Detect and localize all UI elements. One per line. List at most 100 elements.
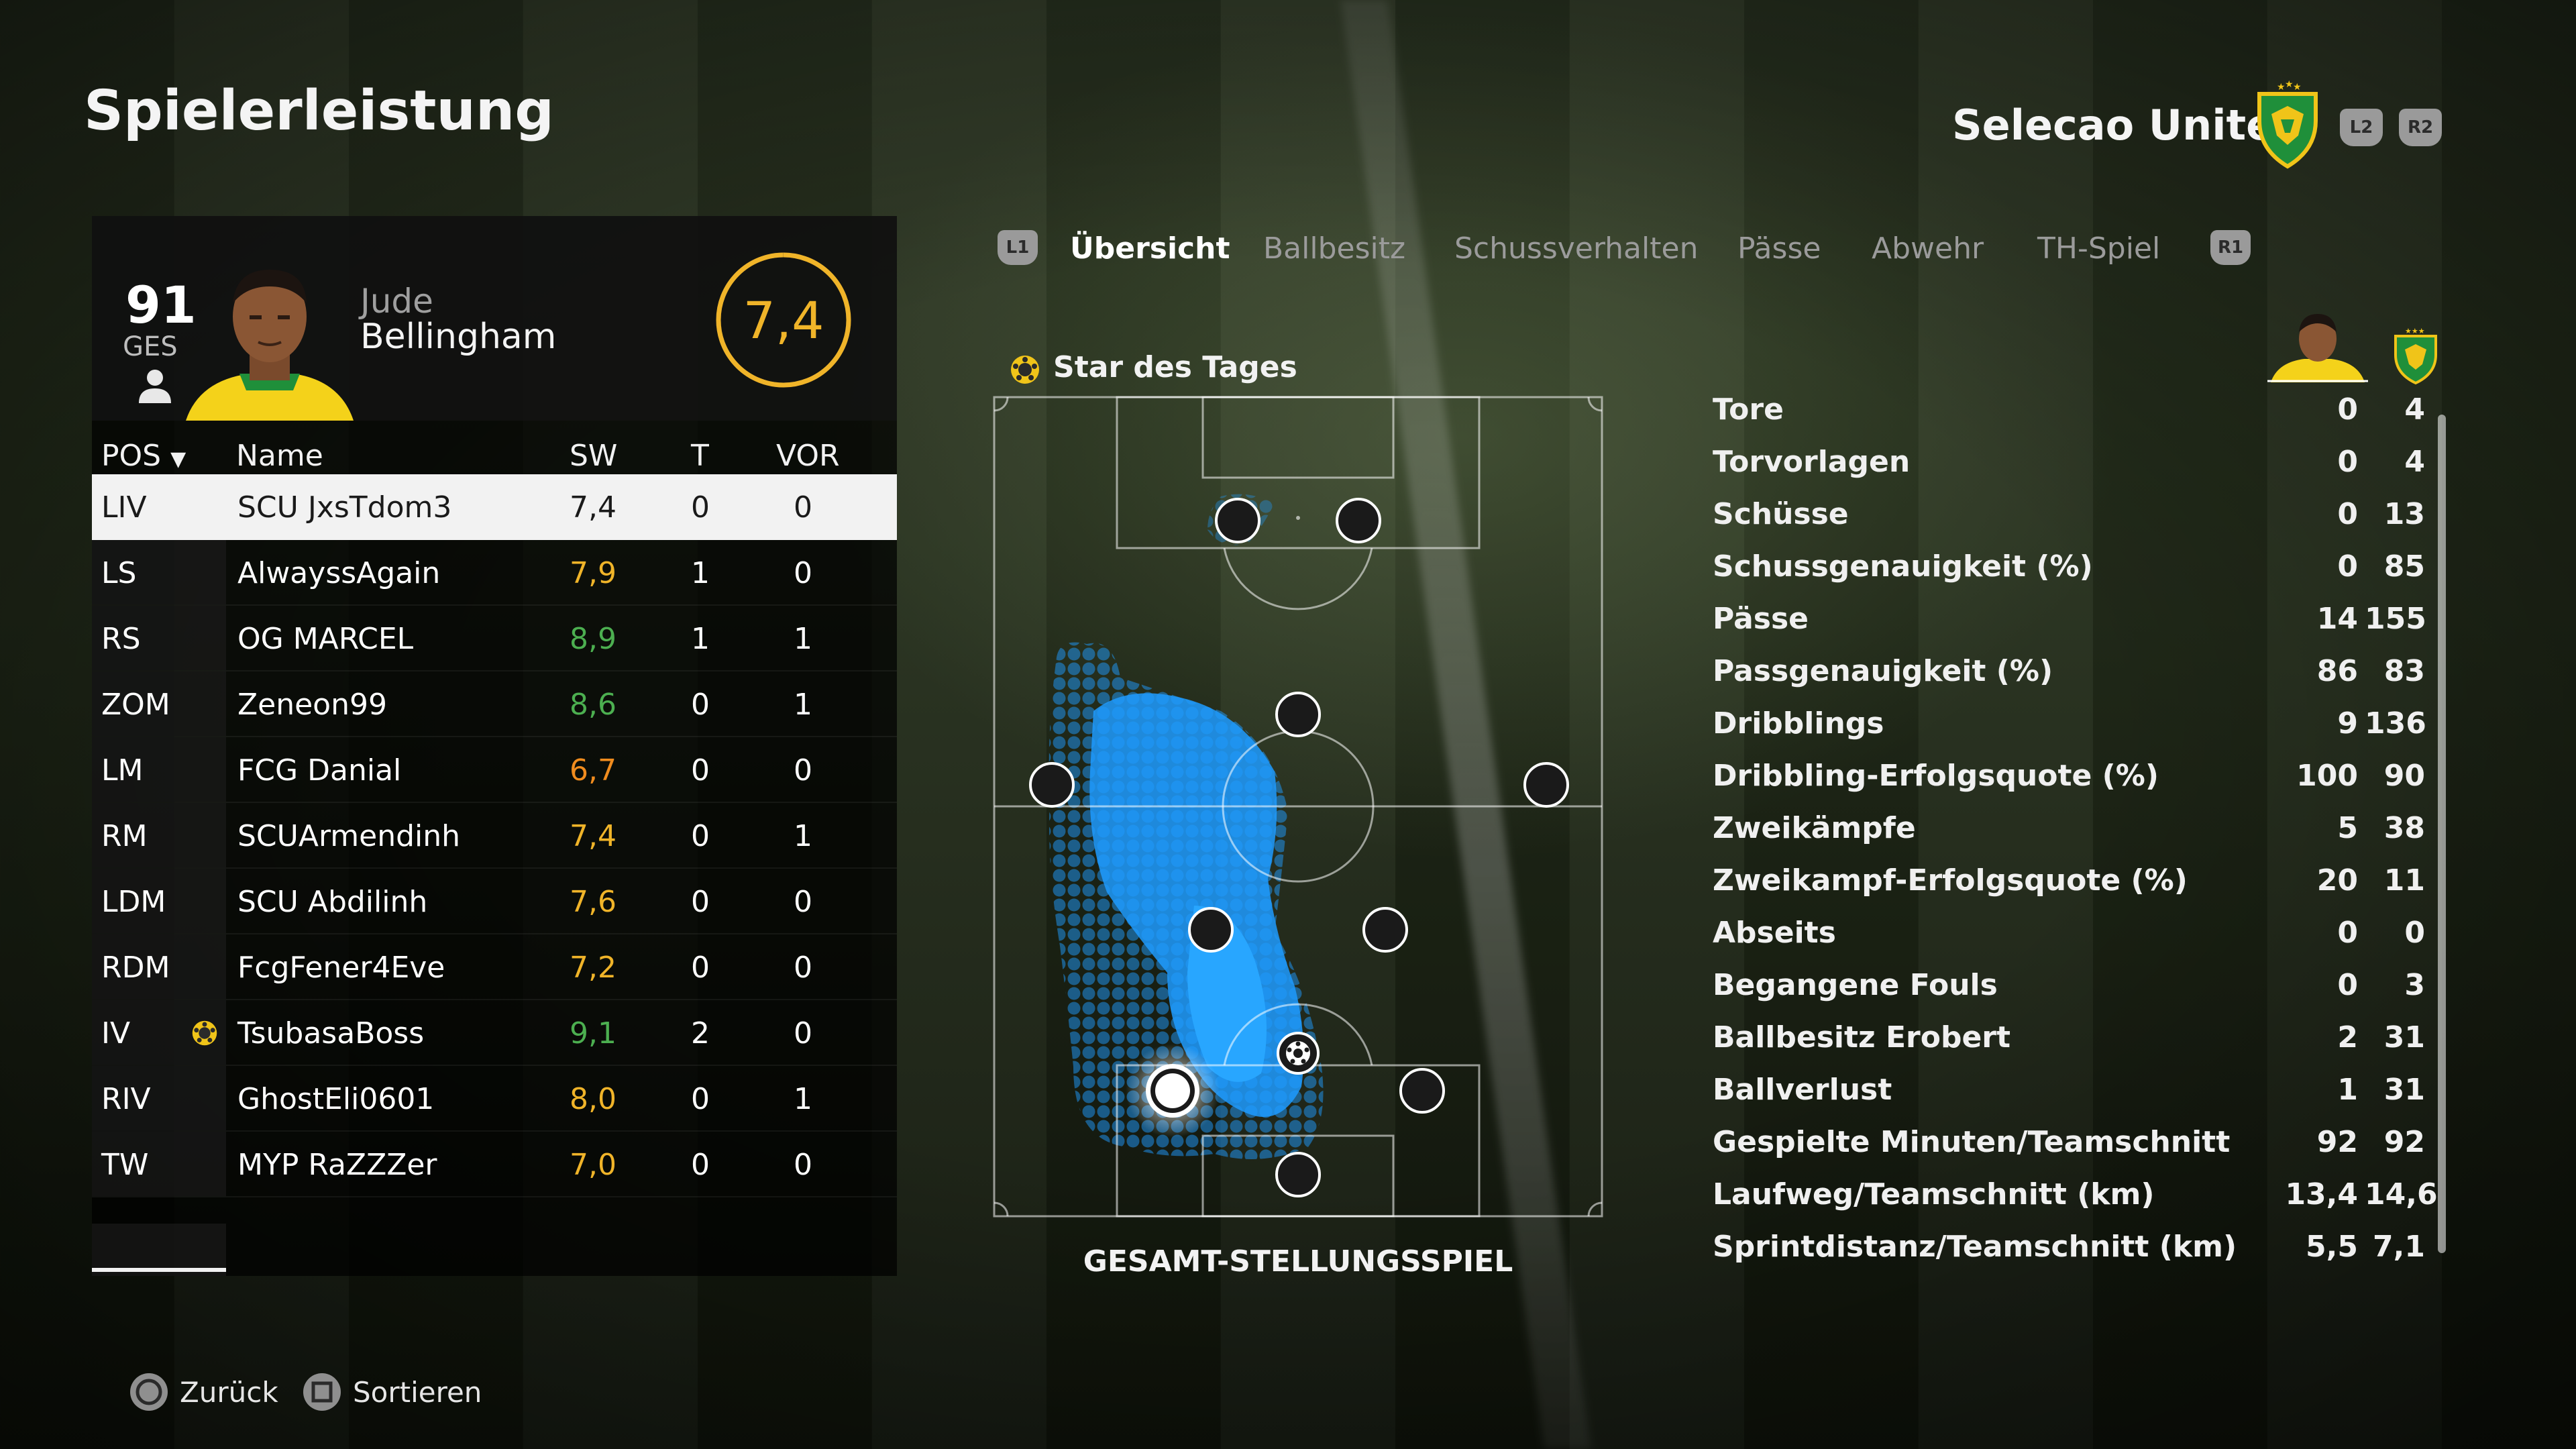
- row-name: SCUArmendinh: [237, 819, 461, 853]
- row-assists: 0: [794, 1016, 812, 1051]
- row-name: OG MARCEL: [237, 622, 414, 656]
- stat-team-value: 14,6: [2365, 1177, 2438, 1212]
- table-row[interactable]: ZOM Zeneon99 8,6 0 1: [92, 672, 897, 737]
- tab-paesse[interactable]: Pässe: [1737, 231, 1821, 266]
- svg-text:★: ★: [2293, 82, 2302, 93]
- row-rating: 7,9: [570, 556, 616, 590]
- svg-text:★: ★: [2285, 79, 2294, 90]
- stat-label: Gespielte Minuten/Teamschnitt: [1713, 1125, 2231, 1159]
- stat-player-value: 9: [2337, 706, 2358, 741]
- stat-team-value: 83: [2383, 654, 2425, 688]
- tab-uebersicht[interactable]: Übersicht: [1070, 231, 1230, 266]
- player-marker-riv[interactable]: [1399, 1068, 1445, 1114]
- row-assists: 0: [794, 556, 812, 590]
- stats-scrollbar[interactable]: [2438, 415, 2446, 1253]
- stat-team-value: 31: [2383, 1073, 2425, 1107]
- row-position: LS: [101, 556, 137, 590]
- stat-team-value: 136: [2365, 706, 2426, 741]
- stat-player-value: 1: [2337, 1073, 2358, 1107]
- stat-team-value: 31: [2383, 1020, 2425, 1055]
- tab-ballbesitz[interactable]: Ballbesitz: [1263, 231, 1405, 266]
- star-of-match-label: Star des Tages: [1053, 350, 1297, 384]
- row-name: MYP RaZZZer: [237, 1148, 437, 1182]
- row-rating: 7,6: [570, 885, 616, 919]
- stat-player-value: 0: [2337, 392, 2358, 427]
- star-of-match-icon: [192, 1020, 217, 1046]
- stat-player-value: 100: [2296, 759, 2358, 793]
- player-marker-tw[interactable]: [1275, 1152, 1321, 1197]
- header-assists[interactable]: VOR: [776, 439, 840, 473]
- stat-team-value: 7,1: [2373, 1230, 2425, 1264]
- pitch-caption: GESAMT-STELLUNGSSPIEL: [1083, 1244, 1513, 1279]
- player-marker-rdm[interactable]: [1362, 907, 1408, 953]
- r1-button-icon[interactable]: R1: [2210, 230, 2251, 265]
- stat-player-value: 92: [2316, 1125, 2358, 1159]
- table-row[interactable]: LIV SCU JxsTdom3 7,4 0 0: [92, 474, 897, 540]
- tab-th-spiel[interactable]: TH-Spiel: [2037, 231, 2160, 266]
- player-last-name: Bellingham: [360, 317, 557, 357]
- back-hint[interactable]: Zurück: [129, 1372, 278, 1412]
- l1-button-icon[interactable]: L1: [998, 230, 1038, 265]
- row-position: LIV: [101, 490, 147, 525]
- table-row[interactable]: LS AlwayssAgain 7,9 1 0: [92, 540, 897, 606]
- row-assists: 1: [794, 688, 812, 722]
- stat-label: Zweikämpfe: [1713, 811, 1916, 845]
- header-goals[interactable]: T: [691, 439, 709, 473]
- row-name: FcgFener4Eve: [237, 951, 445, 985]
- row-rating: 6,7: [570, 753, 616, 788]
- row-name: SCU Abdilinh: [237, 885, 428, 919]
- player-marker-zom[interactable]: [1275, 692, 1321, 737]
- header-rating[interactable]: SW: [570, 439, 617, 473]
- table-row[interactable]: RIV GhostEli0601 8,0 0 1: [92, 1066, 897, 1132]
- table-row[interactable]: RM SCUArmendinh 7,4 0 1: [92, 803, 897, 869]
- person-icon: [139, 370, 171, 403]
- penalty-spot: [1296, 516, 1300, 520]
- square-button-icon: [303, 1373, 341, 1411]
- star-player-marker-iv[interactable]: [1277, 1032, 1320, 1075]
- player-marker-rm[interactable]: [1523, 762, 1569, 808]
- sort-hint[interactable]: Sortieren: [302, 1372, 482, 1412]
- stat-team-value: 155: [2365, 602, 2426, 636]
- tab-abwehr[interactable]: Abwehr: [1872, 231, 1984, 266]
- player-match-rating: 7,4: [743, 290, 824, 350]
- row-goals: 0: [691, 1082, 710, 1116]
- table-row[interactable]: IV TsubasaBoss 9,1 2 0: [92, 1000, 897, 1066]
- header-pos: POS: [101, 439, 162, 473]
- r2-button-icon[interactable]: R2: [2399, 109, 2442, 146]
- stat-player-value: 5,5: [2306, 1230, 2358, 1264]
- row-goals: 0: [691, 951, 710, 985]
- player-marker-ls[interactable]: [1215, 498, 1260, 543]
- table-row[interactable]: RS OG MARCEL 8,9 1 1: [92, 606, 897, 672]
- row-position: LM: [101, 753, 144, 788]
- player-marker-ldm[interactable]: [1188, 907, 1234, 953]
- player-ovr-label: GES: [123, 331, 178, 362]
- player-marker-rs[interactable]: [1336, 498, 1381, 543]
- stat-team-value: 38: [2383, 811, 2425, 845]
- stat-team-value: 90: [2383, 759, 2425, 793]
- stat-player-value: 0: [2337, 445, 2358, 479]
- row-position: RS: [101, 622, 141, 656]
- player-portrait-avatar: [186, 270, 354, 421]
- table-row[interactable]: RDM FcgFener4Eve 7,2 0 0: [92, 934, 897, 1000]
- player-marker-lm[interactable]: [1029, 762, 1075, 808]
- stat-label: Schüsse: [1713, 497, 1849, 531]
- stat-label: Schussgenauigkeit (%): [1713, 549, 2093, 584]
- table-row[interactable]: TW MYP RaZZZer 7,0 0 0: [92, 1132, 897, 1197]
- player-table-panel: 91 GES Jude Bellingham 7,4 POS ▼ Name SW…: [92, 216, 897, 1276]
- header-name[interactable]: Name: [236, 439, 323, 473]
- table-row[interactable]: LM FCG Danial 6,7 0 0: [92, 737, 897, 803]
- row-goals: 2: [691, 1016, 710, 1051]
- row-rating: 7,2: [570, 951, 616, 985]
- player-first-name: Jude: [360, 282, 433, 321]
- row-assists: 1: [794, 622, 812, 656]
- sort-pos-header[interactable]: POS ▼: [101, 439, 186, 473]
- row-assists: 1: [794, 819, 812, 853]
- stat-player-value: 5: [2337, 811, 2358, 845]
- stat-label: Dribblings: [1713, 706, 1884, 741]
- table-row[interactable]: LDM SCU Abdilinh 7,6 0 0: [92, 869, 897, 934]
- selected-player-marker-liv[interactable]: [1126, 1044, 1220, 1138]
- tab-schussverhalten[interactable]: Schussverhalten: [1454, 231, 1698, 266]
- row-goals: 1: [691, 556, 710, 590]
- stat-label: Ballverlust: [1713, 1073, 1892, 1107]
- l2-button-icon[interactable]: L2: [2340, 109, 2383, 146]
